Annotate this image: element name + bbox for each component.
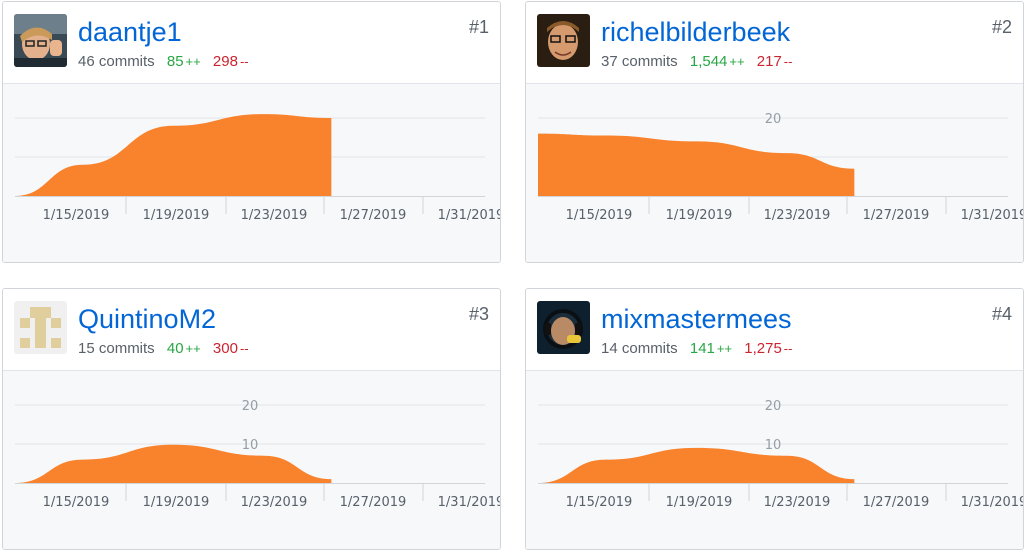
- y-tick-label: 20: [765, 399, 782, 414]
- commit-area: [538, 133, 855, 196]
- commit-activity-chart: 10 20 1/15/2019 1/19/2019 1/23/2019 1/27/2019…: [3, 371, 500, 549]
- x-tick-label: 1/15/2019: [43, 208, 110, 223]
- contributor-card: daantje1 46 commits 85 ++ 298 -- #1 1/15/2…: [2, 1, 501, 263]
- x-tick-label: 1/31/2019: [961, 495, 1023, 510]
- x-tick-label: 1/27/2019: [863, 495, 930, 510]
- commit-activity-chart: 10 20 1/15/2019 1/19/2019 1/23/2019 1/27/2019…: [526, 371, 1023, 549]
- contribution-stats: 37 commits 1,544 ++ 217 --: [601, 53, 792, 71]
- x-tick-label: 1/27/2019: [340, 495, 407, 510]
- x-tick-label: 1/23/2019: [241, 495, 308, 510]
- x-tick-label: 1/23/2019: [764, 495, 831, 510]
- commit-area: [15, 114, 332, 196]
- x-tick-label: 1/31/2019: [438, 208, 500, 223]
- y-tick-label: 10: [765, 438, 782, 453]
- commit-area: [15, 444, 332, 483]
- contributor-card: mixmastermees 14 commits 141 ++ 1,275 -- #…: [525, 288, 1024, 550]
- deletions: 217 --: [756, 53, 793, 70]
- x-tick-label: 1/19/2019: [143, 495, 210, 510]
- additions: 85 ++: [166, 53, 201, 70]
- contributor-header: QuintinoM2 15 commits 40 ++ 300 -- #3: [3, 289, 500, 371]
- contributor-header: mixmastermees 14 commits 141 ++ 1,275 -- #…: [526, 289, 1023, 371]
- x-tick-label: 1/23/2019: [241, 208, 308, 223]
- contributor-card: QuintinoM2 15 commits 40 ++ 300 -- #3 10 20…: [2, 288, 501, 550]
- deletions: 1,275 --: [744, 340, 793, 357]
- x-tick-label: 1/15/2019: [566, 208, 633, 223]
- identicon-image: [14, 301, 67, 354]
- contributor-header: richelbilderbeek 37 commits 1,544 ++ 217-…: [526, 2, 1023, 84]
- commit-area: [538, 447, 855, 483]
- avatar[interactable]: [14, 14, 67, 67]
- deletions: 298 --: [212, 53, 249, 70]
- contribution-stats: 46 commits 85 ++ 298 --: [78, 53, 249, 71]
- area-chart: 20 1/15/2019 1/19/2019 1/23/2019 1/27/2019 1/…: [538, 112, 1023, 223]
- avatar-image: [14, 14, 67, 67]
- y-tick-label: 20: [765, 112, 782, 127]
- avatar-image: [537, 301, 590, 354]
- rank-number: #2: [991, 17, 1012, 37]
- username-link[interactable]: mixmastermees: [601, 302, 792, 336]
- commit-activity-chart: 20 1/15/2019 1/19/2019 1/23/2019 1/27/2019 1/…: [526, 84, 1023, 262]
- avatar[interactable]: [537, 14, 590, 67]
- area-chart: 1/15/2019 1/19/2019 1/23/2019 1/27/2019 1/31…: [15, 114, 500, 223]
- contribution-stats: 15 commits 40 ++ 300 --: [78, 340, 249, 358]
- commit-activity-chart: 1/15/2019 1/19/2019 1/23/2019 1/27/2019 1/31…: [3, 84, 500, 262]
- avatar[interactable]: [14, 301, 67, 354]
- x-tick-label: 1/23/2019: [764, 208, 831, 223]
- area-chart: 10 20 1/15/2019 1/19/2019 1/23/2019 1/27/2019…: [15, 399, 500, 510]
- x-tick-label: 1/19/2019: [666, 495, 733, 510]
- additions: 40 ++: [166, 340, 201, 357]
- deletions: 300 --: [212, 340, 249, 357]
- additions: 141 ++: [689, 340, 733, 357]
- rank-number: #3: [468, 304, 489, 324]
- username-link[interactable]: QuintinoM2: [78, 302, 216, 336]
- rank-number: #1: [468, 17, 489, 37]
- y-tick-label: 20: [242, 399, 259, 414]
- commit-count: 37 commits: [601, 53, 678, 70]
- avatar[interactable]: [537, 301, 590, 354]
- x-tick-label: 1/31/2019: [961, 208, 1023, 223]
- additions: 1,544 ++: [689, 53, 745, 70]
- x-tick-label: 1/19/2019: [666, 208, 733, 223]
- x-tick-label: 1/15/2019: [43, 495, 110, 510]
- contributor-header: daantje1 46 commits 85 ++ 298 -- #1: [3, 2, 500, 84]
- area-chart: 10 20 1/15/2019 1/19/2019 1/23/2019 1/27/2019…: [538, 399, 1023, 510]
- commit-count: 46 commits: [78, 53, 155, 70]
- contributor-card: richelbilderbeek 37 commits 1,544 ++ 217-…: [525, 1, 1024, 263]
- x-tick-label: 1/15/2019: [566, 495, 633, 510]
- x-tick-label: 1/31/2019: [438, 495, 500, 510]
- x-tick-label: 1/27/2019: [340, 208, 407, 223]
- rank-number: #4: [991, 304, 1012, 324]
- commit-count: 15 commits: [78, 340, 155, 357]
- commit-count: 14 commits: [601, 340, 678, 357]
- x-tick-label: 1/27/2019: [863, 208, 930, 223]
- y-tick-label: 10: [242, 438, 259, 453]
- avatar-image: [537, 14, 590, 67]
- x-tick-label: 1/19/2019: [143, 208, 210, 223]
- contribution-stats: 14 commits 141 ++ 1,275 --: [601, 340, 792, 358]
- username-link[interactable]: richelbilderbeek: [601, 15, 790, 49]
- username-link[interactable]: daantje1: [78, 15, 182, 49]
